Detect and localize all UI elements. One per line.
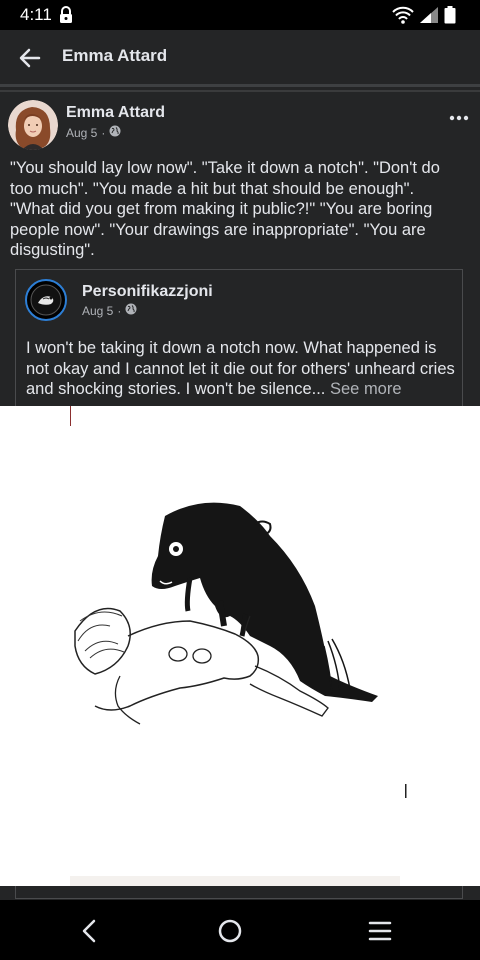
lock-icon: [58, 6, 74, 29]
globe-icon: [125, 303, 137, 318]
system-nav-bar: [0, 900, 480, 960]
shared-post-author[interactable]: Personifikazzjoni: [82, 283, 213, 301]
post-meta: Aug 5 ·: [66, 125, 121, 140]
avatar[interactable]: [8, 100, 58, 150]
see-more-link[interactable]: See more: [330, 380, 402, 398]
wifi-icon: [392, 5, 414, 30]
meta-separator: ·: [101, 125, 106, 140]
arrow-left-icon[interactable]: [16, 44, 44, 72]
meta-separator: ·: [117, 303, 122, 318]
menu-lines-icon[interactable]: [363, 914, 397, 948]
globe-icon: [109, 125, 121, 140]
status-bar: 4:11: [0, 0, 480, 30]
more-horizontal-icon[interactable]: [448, 108, 470, 128]
shared-post-date[interactable]: Aug 5: [82, 304, 113, 318]
header-divider-secondary: [0, 90, 480, 92]
post-image[interactable]: [0, 406, 480, 886]
post-author[interactable]: Emma Attard: [66, 104, 165, 122]
post-text: "You should lay low now". "Take it down …: [10, 159, 440, 259]
battery-icon: [444, 6, 456, 29]
shared-post-text: I won't be taking it down a notch now. W…: [26, 338, 456, 400]
back-chevron-icon[interactable]: [73, 914, 107, 948]
post-date[interactable]: Aug 5: [66, 126, 97, 140]
status-time: 4:11: [20, 5, 52, 24]
page-title: Emma Attard: [62, 46, 168, 65]
header-divider: [0, 84, 480, 87]
shared-avatar[interactable]: [25, 279, 67, 321]
app-bar: Emma Attard: [0, 30, 480, 84]
shared-post-meta: Aug 5 ·: [82, 303, 137, 318]
home-circle-icon[interactable]: [213, 914, 247, 948]
signal-icon: [420, 7, 438, 28]
